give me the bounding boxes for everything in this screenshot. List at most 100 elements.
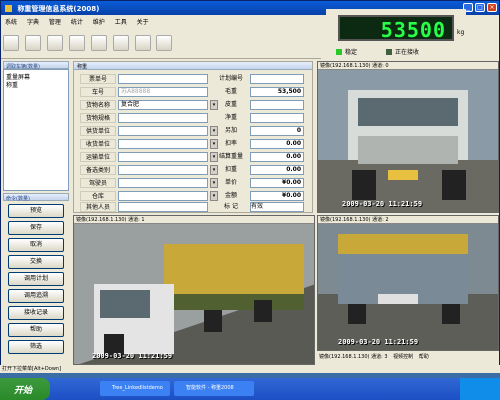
window-title: 称重管理信息系统(2008)	[17, 5, 100, 13]
toolbar-button[interactable]	[24, 35, 41, 51]
menu-about[interactable]: 关于	[133, 17, 153, 26]
settle-weight-value: 0.00	[250, 152, 304, 162]
main-window: 称重管理信息系统(2008) _ □ × 系统 字典 管理 统计 维护 工具 关…	[0, 0, 500, 372]
plate-number-input[interactable]: 苏A88888	[118, 87, 208, 97]
taskbar: 开始 Tree_Linkedlistdemo 智能软件 - 称重2008	[0, 378, 500, 400]
net-weight-value	[250, 113, 304, 123]
start-button[interactable]: 开始	[0, 378, 50, 400]
warehouse-input[interactable]	[118, 191, 208, 201]
field-label: 扣率	[224, 140, 237, 147]
camera-timestamp: 2009-03-20 11:21:59	[338, 338, 419, 346]
plan-number-input[interactable]	[250, 74, 304, 84]
camera-control-bar: 镜像(192.168.1.130) 通道: 3 视频控制 帮助	[317, 352, 499, 362]
unit-price-value[interactable]: ¥0.00	[250, 178, 304, 188]
camera-help-link[interactable]: 帮助	[419, 354, 429, 360]
amount-value: ¥0.00	[250, 191, 304, 201]
mark-select[interactable]: 有效	[250, 202, 304, 212]
gross-weight-value: 53,500	[250, 87, 304, 97]
field-label: 单价	[224, 179, 237, 186]
menu-dictionary[interactable]: 字典	[23, 17, 43, 26]
list-item[interactable]: 重量屏幕	[6, 72, 66, 81]
field-label: 货物规格	[80, 113, 116, 123]
list-item[interactable]: 称重	[6, 80, 66, 89]
field-label: 金额	[224, 192, 237, 199]
toolbar-button[interactable]	[90, 35, 107, 51]
field-label: 毛重	[224, 88, 237, 95]
trace-button[interactable]: 调用追溯	[8, 289, 64, 303]
app-icon	[5, 5, 12, 12]
toolbar-button[interactable]	[156, 35, 173, 51]
camera-view-1[interactable]: 镜像(192.168.1.130) 通道: 1 2009-03-20 11:21…	[73, 215, 315, 365]
toolbar-button[interactable]	[112, 35, 129, 51]
receiving-led-icon	[386, 49, 392, 55]
camera-view-2[interactable]: 镜像(192.168.1.130) 通道: 2 2009-03-20 11:21…	[317, 215, 499, 351]
field-label: 备选类别	[80, 165, 116, 175]
weight-display-panel: 53500 kg 稳定 正在接收	[326, 9, 466, 61]
load-plan-button[interactable]: 调用计划	[8, 272, 64, 286]
camera-header: 镜像(192.168.1.130) 通道: 0	[318, 62, 498, 70]
taskbar-item[interactable]: 智能软件 - 称重2008	[174, 381, 254, 396]
menu-manage[interactable]: 管理	[45, 17, 65, 26]
field-label: 扣重	[224, 166, 237, 173]
stable-led-icon	[336, 49, 342, 55]
field-label: 票单号	[80, 74, 116, 84]
save-button[interactable]: 保存	[8, 221, 64, 235]
filter-button[interactable]: 筛选	[8, 340, 64, 354]
vehicle-list[interactable]: 重量屏幕 称重	[3, 69, 69, 191]
menu-stats[interactable]: 统计	[67, 17, 87, 26]
toolbar-button[interactable]	[68, 35, 85, 51]
maximize-button[interactable]: □	[475, 3, 485, 12]
deduct-rate-value[interactable]: 0.00	[250, 139, 304, 149]
supplier-input[interactable]	[118, 126, 208, 136]
field-label: 净重	[224, 114, 237, 121]
video-control-link[interactable]: 视频控制	[393, 354, 413, 360]
driver-input[interactable]	[118, 178, 208, 188]
camera-channel-label: 镜像(192.168.1.130) 通道: 3	[319, 354, 388, 360]
receiver-input[interactable]	[118, 139, 208, 149]
weight-unit: kg	[457, 29, 465, 36]
cancel-button[interactable]: 取消	[8, 238, 64, 252]
swap-button[interactable]: 交换	[8, 255, 64, 269]
command-group-header: 命令(数量)	[3, 193, 69, 202]
field-label: 货物名称	[80, 100, 116, 110]
receive-log-button[interactable]: 接收记录	[8, 306, 64, 320]
preview-button[interactable]: 预览	[8, 204, 64, 218]
status-bar: 打开下拉菜单[Alt+Down]	[0, 365, 500, 373]
field-label: 驾驶员	[80, 178, 116, 188]
weighing-form: 称重 票单号 计划编号 车号 苏A88888 毛重 53,500 货物名称 复合…	[73, 61, 313, 213]
deduct-weight-value[interactable]: 0.00	[250, 165, 304, 175]
taskbar-item[interactable]: Tree_Linkedlistdemo	[100, 381, 170, 396]
field-label: 其他人员	[80, 202, 116, 212]
menu-maintain[interactable]: 维护	[89, 17, 109, 26]
close-button[interactable]: ×	[487, 3, 497, 12]
truck-rear-image	[318, 224, 498, 350]
cargo-name-input[interactable]: 复合肥	[118, 100, 208, 110]
field-label: 收货单位	[80, 139, 116, 149]
tare-weight-value	[250, 100, 304, 110]
truck-side-image	[74, 224, 314, 364]
camera-view-0[interactable]: 镜像(192.168.1.130) 通道: 0 2009-03-20 11:21…	[317, 61, 499, 213]
receiving-indicator: 正在接收	[386, 47, 419, 56]
menu-system[interactable]: 系统	[1, 17, 21, 26]
ticket-number-input[interactable]	[118, 74, 208, 84]
transport-input[interactable]	[118, 152, 208, 162]
field-label: 运输单位	[80, 152, 116, 162]
field-label: 供货单位	[80, 126, 116, 136]
toolbar-button[interactable]	[46, 35, 63, 51]
help-button[interactable]: 帮助	[8, 323, 64, 337]
category-input[interactable]	[118, 165, 208, 175]
field-label: 皮重	[224, 101, 237, 108]
camera-timestamp: 2009-03-20 11:21:59	[92, 352, 173, 360]
other-personnel-input[interactable]	[118, 202, 208, 212]
toolbar-button[interactable]	[134, 35, 151, 51]
left-panel: 调取车辆(数量) 重量屏幕 称重 命令(数量) 预览 保存 取消 交换 调用计划…	[3, 61, 69, 363]
system-tray	[460, 378, 500, 400]
extra-value[interactable]: 0	[250, 126, 304, 136]
menu-tools[interactable]: 工具	[111, 17, 131, 26]
toolbar-button[interactable]	[3, 35, 19, 51]
camera-header: 镜像(192.168.1.130) 通道: 1	[74, 216, 314, 224]
menu-bar: 系统 字典 管理 统计 维护 工具 关于	[1, 17, 321, 27]
toolbar	[1, 29, 321, 59]
camera-header: 镜像(192.168.1.130) 通道: 2	[318, 216, 498, 224]
cargo-spec-input[interactable]	[118, 113, 208, 123]
